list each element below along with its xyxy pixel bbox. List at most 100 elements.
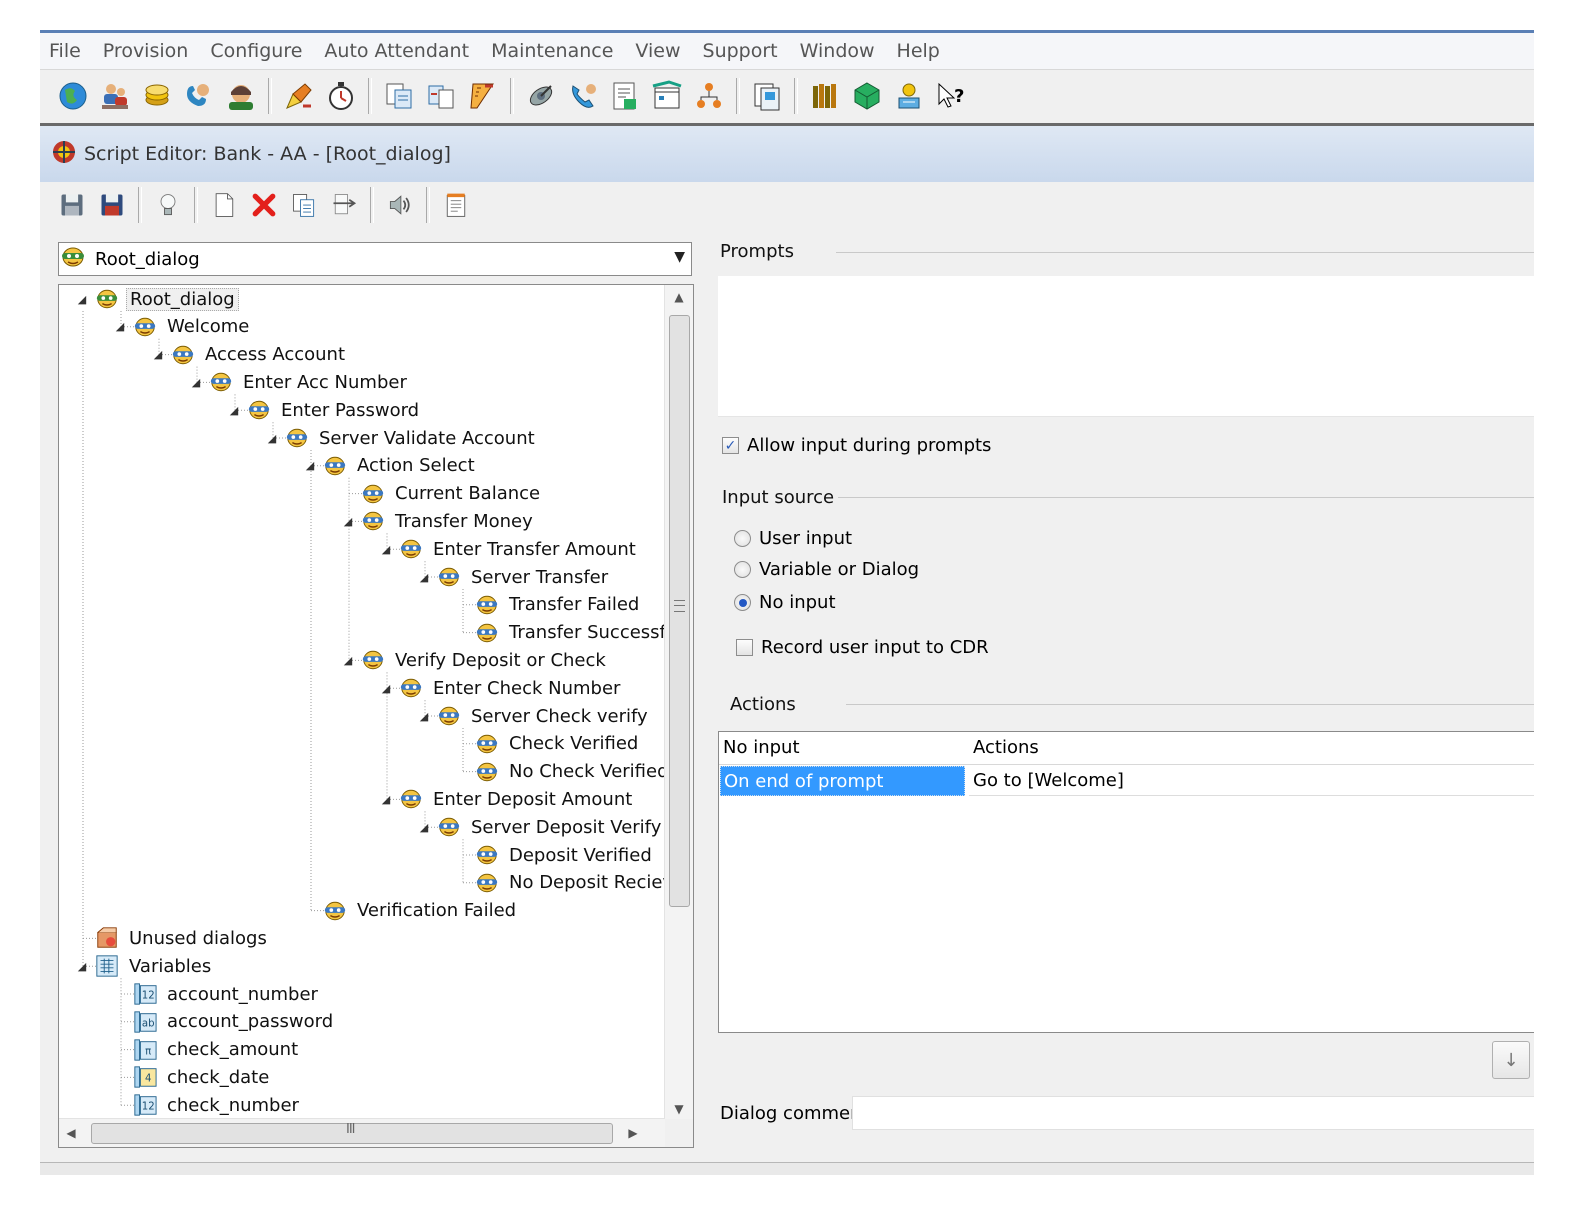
- tree-item[interactable]: ◢ Server Validate Account: [265, 425, 535, 451]
- expanded-triangle-icon[interactable]: ◢: [75, 293, 89, 306]
- scroll-up-arrow-icon[interactable]: ▲: [665, 285, 693, 309]
- tree-item[interactable]: ◢ Server Check verify: [417, 703, 648, 729]
- column-header-trigger[interactable]: No input: [719, 732, 970, 765]
- expanded-triangle-icon[interactable]: ◢: [341, 515, 355, 528]
- expanded-triangle-icon[interactable]: ◢: [417, 821, 431, 834]
- copy-docs-icon[interactable]: [382, 79, 416, 113]
- tree-item[interactable]: π check_amount: [113, 1037, 298, 1063]
- action-cell[interactable]: Go to [Welcome]: [969, 766, 1534, 796]
- lightbulb-icon[interactable]: [153, 190, 183, 220]
- tree-item[interactable]: Verification Failed: [303, 898, 516, 924]
- menu-provision[interactable]: Provision: [92, 33, 200, 69]
- tree-item[interactable]: ◢ Enter Check Number: [379, 675, 621, 701]
- dialog-tree[interactable]: ◢ Root_dialog ◢ Welcome ◢ Access Account ◢ Ente…: [58, 284, 694, 1148]
- tree-vertical-scrollbar[interactable]: ▲ ▼: [664, 285, 693, 1121]
- tree-item[interactable]: ◢ Welcome: [113, 314, 250, 340]
- expanded-triangle-icon[interactable]: ◢: [379, 682, 393, 695]
- ruler-icon[interactable]: [466, 79, 500, 113]
- tree-item[interactable]: ◢ Verify Deposit or Check: [341, 647, 606, 673]
- tree-item[interactable]: 4 check_date: [113, 1064, 269, 1090]
- phone-user-icon[interactable]: [182, 79, 216, 113]
- users-icon[interactable]: [98, 79, 132, 113]
- stopwatch-icon[interactable]: [324, 79, 358, 113]
- script-editor-title-bar[interactable]: Script Editor: Bank - AA - [Root_dialog]: [40, 126, 1534, 182]
- report-icon[interactable]: [608, 79, 642, 113]
- tree-item[interactable]: No Deposit Reciev: [455, 870, 665, 896]
- expanded-triangle-icon[interactable]: ◢: [341, 654, 355, 667]
- move-docs-icon[interactable]: [424, 79, 458, 113]
- tree-item[interactable]: 12 check_number: [113, 1092, 299, 1118]
- tree-item[interactable]: 12 account_number: [113, 981, 318, 1007]
- tree-item[interactable]: ◢ Transfer Money: [341, 508, 533, 534]
- org-chart-icon[interactable]: [692, 79, 726, 113]
- tree-item[interactable]: ◢ Root_dialog: [75, 286, 239, 312]
- speaker-icon[interactable]: [385, 190, 415, 220]
- menu-view[interactable]: View: [624, 33, 691, 69]
- tree-item[interactable]: ◢ Variables: [75, 953, 211, 979]
- expanded-triangle-icon[interactable]: ◢: [379, 793, 393, 806]
- tree-horizontal-scrollbar[interactable]: ◀ III ▶: [59, 1118, 665, 1147]
- chevron-down-icon[interactable]: ▼: [674, 249, 685, 265]
- tree-item[interactable]: Current Balance: [341, 481, 540, 507]
- tree-item[interactable]: Transfer Successf: [455, 620, 665, 646]
- radio-user-input[interactable]: [734, 530, 751, 547]
- coins-icon[interactable]: [140, 79, 174, 113]
- radio-option-no-input[interactable]: No input: [734, 592, 836, 613]
- menu-window[interactable]: Window: [789, 33, 886, 69]
- tree-item[interactable]: Transfer Failed: [455, 592, 639, 618]
- save-icon[interactable]: [57, 190, 87, 220]
- satellite-icon[interactable]: [524, 79, 558, 113]
- tree-item[interactable]: No Check Verified: [455, 759, 665, 785]
- tree-item[interactable]: Check Verified: [455, 731, 638, 757]
- tree-item[interactable]: ◢ Server Deposit Verify: [417, 814, 662, 840]
- radio-option-user-input[interactable]: User input: [734, 528, 852, 549]
- tree-item[interactable]: ◢ Enter Transfer Amount: [379, 536, 636, 562]
- tree-vscroll-thumb[interactable]: [669, 315, 690, 907]
- scroll-right-arrow-icon[interactable]: ▶: [621, 1119, 645, 1147]
- new-doc-icon[interactable]: [209, 190, 239, 220]
- radio-variable-or-dialog[interactable]: [734, 561, 751, 578]
- expanded-triangle-icon[interactable]: ◢: [113, 320, 127, 333]
- help-cursor-icon[interactable]: ?: [934, 79, 968, 113]
- record-cdr-option[interactable]: Record user input to CDR: [736, 637, 989, 658]
- tree-item[interactable]: ab account_password: [113, 1009, 333, 1035]
- pencil-tools-icon[interactable]: [282, 79, 316, 113]
- tree-item[interactable]: ◢ Enter Deposit Amount: [379, 786, 633, 812]
- radio-option-variable-or-dialog[interactable]: Variable or Dialog: [734, 559, 919, 580]
- library-icon[interactable]: [808, 79, 842, 113]
- record-cdr-checkbox[interactable]: [736, 639, 753, 656]
- cut-icon[interactable]: [329, 190, 359, 220]
- dialog-selector[interactable]: Root_dialog ▼: [58, 242, 692, 276]
- tree-item[interactable]: ◢ Enter Acc Number: [189, 369, 407, 395]
- expanded-triangle-icon[interactable]: ◢: [75, 960, 89, 973]
- menu-help[interactable]: Help: [886, 33, 951, 69]
- package-icon[interactable]: [850, 79, 884, 113]
- menu-auto-attendant[interactable]: Auto Attendant: [313, 33, 480, 69]
- phone-handset-icon[interactable]: [566, 79, 600, 113]
- copy-icon[interactable]: [289, 190, 319, 220]
- schedule-icon[interactable]: [650, 79, 684, 113]
- delete-icon[interactable]: [249, 190, 279, 220]
- menu-maintenance[interactable]: Maintenance: [480, 33, 624, 69]
- radio-no-input[interactable]: [734, 594, 751, 611]
- allow-input-option[interactable]: ✓ Allow input during prompts: [722, 435, 991, 456]
- award-icon[interactable]: [892, 79, 926, 113]
- menu-support[interactable]: Support: [692, 33, 789, 69]
- actions-table[interactable]: No input Actions On end of prompt Go to …: [718, 731, 1534, 1033]
- column-header-actions[interactable]: Actions: [969, 732, 1534, 765]
- expanded-triangle-icon[interactable]: ◢: [151, 348, 165, 361]
- tree-item[interactable]: Deposit Verified: [455, 842, 652, 868]
- menu-configure[interactable]: Configure: [199, 33, 313, 69]
- trigger-cell[interactable]: On end of prompt: [720, 766, 965, 796]
- expanded-triangle-icon[interactable]: ◢: [417, 571, 431, 584]
- expanded-triangle-icon[interactable]: ◢: [189, 376, 203, 389]
- windows-icon[interactable]: [750, 79, 784, 113]
- prompts-list[interactable]: [718, 276, 1534, 417]
- tree-item[interactable]: ◢ Access Account: [151, 342, 345, 368]
- table-row[interactable]: On end of prompt Go to [Welcome]: [719, 766, 1534, 796]
- globe-icon[interactable]: [56, 79, 90, 113]
- notepad-icon[interactable]: [441, 190, 471, 220]
- tree-hscroll-thumb[interactable]: III: [91, 1122, 613, 1144]
- operator-icon[interactable]: [224, 79, 258, 113]
- expanded-triangle-icon[interactable]: ◢: [227, 404, 241, 417]
